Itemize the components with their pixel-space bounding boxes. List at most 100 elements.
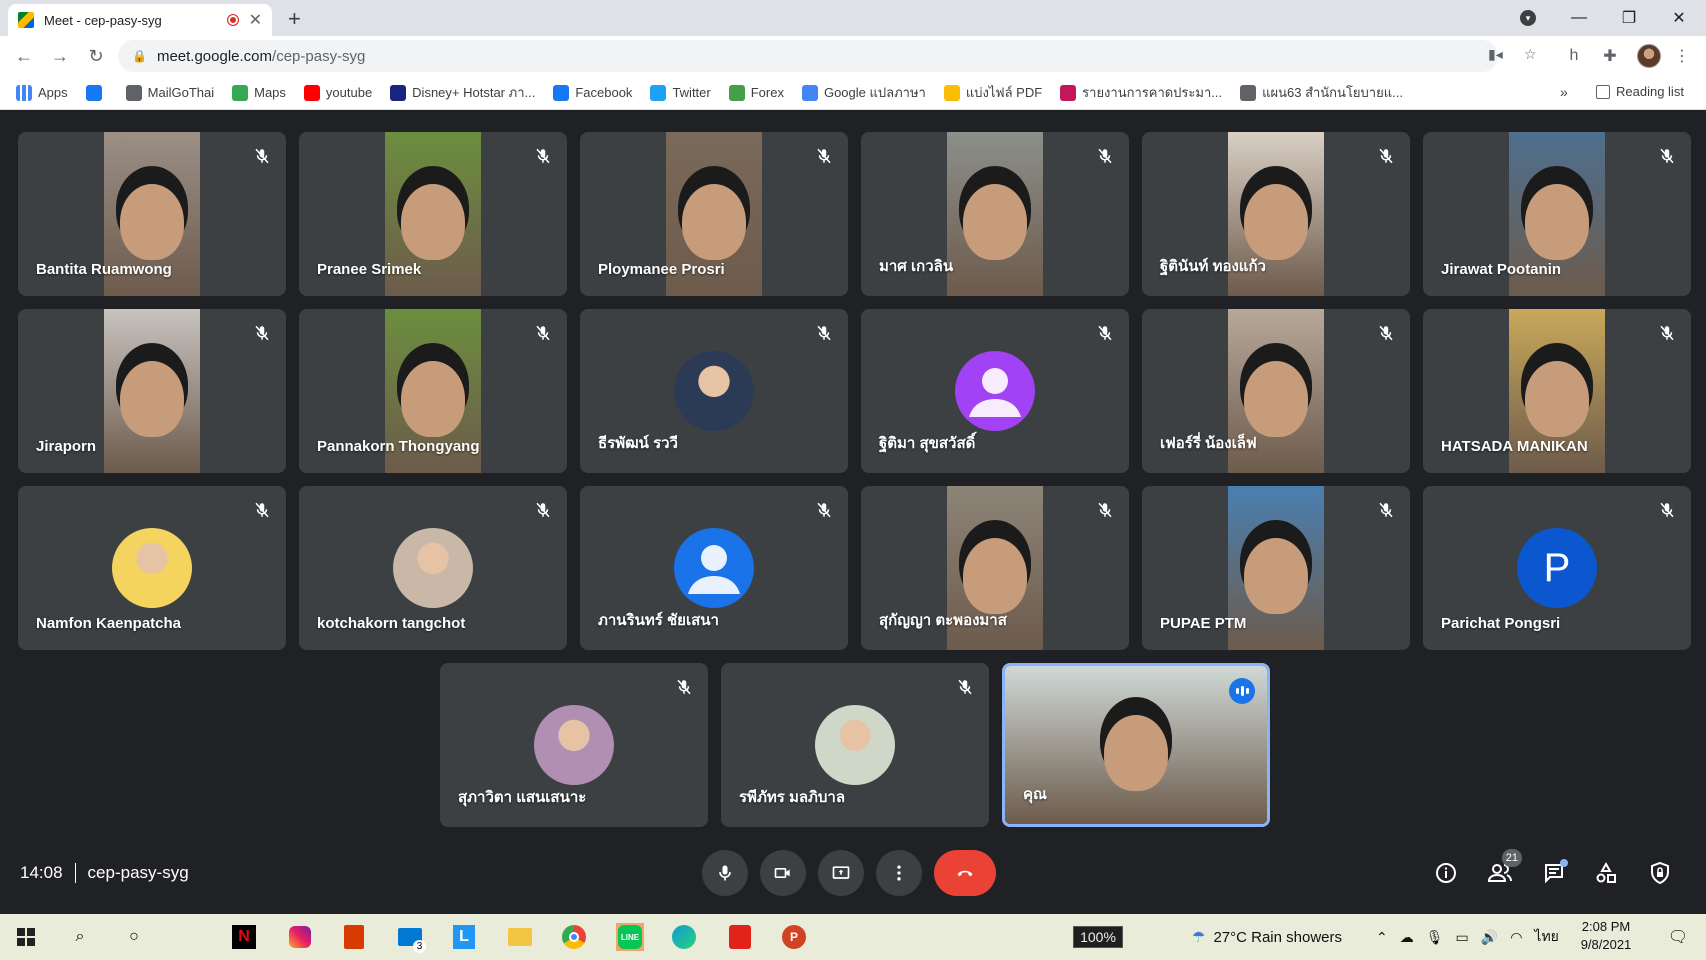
bookmark-item[interactable]: Disney+ Hotstar ภา... bbox=[390, 82, 535, 103]
leave-call-button[interactable] bbox=[934, 850, 996, 896]
participant-avatar bbox=[534, 705, 614, 785]
mic-off-icon bbox=[1655, 144, 1679, 168]
mic-off-icon bbox=[531, 321, 555, 345]
minimize-button[interactable]: — bbox=[1556, 4, 1602, 32]
menu-kebab-icon[interactable]: ⋮ bbox=[1670, 44, 1694, 68]
host-controls-button[interactable] bbox=[1644, 857, 1676, 889]
participant-tile[interactable]: ฐิติมา สุขสวัสดิ์ bbox=[861, 309, 1129, 473]
participant-tile[interactable]: Pannakorn Thongyang bbox=[299, 309, 567, 473]
chat-button[interactable] bbox=[1538, 857, 1570, 889]
bookmark-item[interactable]: Forex bbox=[728, 84, 784, 101]
more-options-button[interactable] bbox=[876, 850, 922, 896]
onedrive-icon[interactable]: ☁ bbox=[1400, 929, 1414, 946]
participant-tile[interactable]: สุกัญญา ตะพองมาส bbox=[861, 486, 1129, 650]
person-silhouette bbox=[1104, 714, 1168, 791]
acrobat-icon[interactable] bbox=[726, 923, 754, 951]
participant-name: ธีรพัฒน์ รววี bbox=[598, 435, 678, 452]
tray-chevron-icon[interactable]: ⌃ bbox=[1376, 929, 1388, 946]
close-tab-icon[interactable]: ✕ bbox=[249, 10, 262, 30]
search-icon[interactable]: ⌕ bbox=[66, 923, 94, 951]
person-silhouette bbox=[1243, 184, 1308, 261]
instagram-icon[interactable] bbox=[286, 923, 314, 951]
bookmark-item[interactable]: Facebook bbox=[553, 84, 632, 101]
forward-icon[interactable]: → bbox=[48, 44, 72, 68]
participant-tile[interactable]: ภานรินทร์ ชัยเสนา bbox=[580, 486, 848, 650]
volume-icon[interactable]: 🔊 bbox=[1481, 929, 1498, 946]
address-bar[interactable]: 🔒 meet.google.com/cep-pasy-syg bbox=[118, 40, 1498, 72]
camera-icon[interactable]: ▮◂ bbox=[1488, 46, 1503, 63]
chrome-icon[interactable] bbox=[560, 923, 588, 951]
reading-list-button[interactable]: Reading list bbox=[1596, 84, 1684, 99]
wifi-icon[interactable]: ◠ bbox=[1510, 929, 1522, 946]
launcher-l-icon[interactable]: L bbox=[450, 923, 478, 951]
participant-tile[interactable]: ธีรพัฒน์ รววี bbox=[580, 309, 848, 473]
tab-search-icon[interactable]: ▾ bbox=[1520, 10, 1536, 26]
bookmark-item[interactable]: Google แปลภาษา bbox=[801, 82, 926, 103]
mail-icon[interactable]: 3 bbox=[396, 923, 426, 953]
bookmark-item[interactable]: แผน63 สำนักนโยบายแ... bbox=[1240, 82, 1403, 103]
participant-tile[interactable]: เฟอร์รี่ น้องเล็ฟ bbox=[1142, 309, 1410, 473]
mic-off-icon bbox=[531, 144, 555, 168]
participant-tile[interactable]: Ploymanee Prosri bbox=[580, 132, 848, 296]
participant-tile[interactable]: สุภาวิตา แสนเสนาะ bbox=[440, 663, 708, 827]
participant-tile[interactable]: Jiraporn bbox=[18, 309, 286, 473]
self-video-tile[interactable]: คุณ bbox=[1002, 663, 1270, 827]
meeting-details-button[interactable] bbox=[1430, 857, 1462, 889]
bookmark-item[interactable]: MailGoThai bbox=[125, 84, 214, 101]
bookmark-label: แบ่งไฟล์ PDF bbox=[965, 85, 1043, 100]
netflix-icon[interactable]: N bbox=[230, 923, 258, 951]
system-clock[interactable]: 2:08 PM 9/8/2021 bbox=[1556, 918, 1656, 954]
new-tab-button[interactable]: + bbox=[288, 6, 301, 32]
powerpoint-icon[interactable]: P bbox=[780, 923, 808, 951]
lock-icon: 🔒 bbox=[132, 49, 147, 63]
participant-tile[interactable]: มาศ เกวลิน bbox=[861, 132, 1129, 296]
activities-button[interactable] bbox=[1590, 857, 1622, 889]
participant-tile[interactable]: Namfon Kaenpatcha bbox=[18, 486, 286, 650]
participant-tile[interactable]: Pranee Srimek bbox=[299, 132, 567, 296]
participant-tile[interactable]: kotchakorn tangchot bbox=[299, 486, 567, 650]
bookmark-item[interactable]: Twitter bbox=[650, 84, 711, 101]
camera-button[interactable] bbox=[760, 850, 806, 896]
office-icon[interactable] bbox=[340, 923, 368, 951]
weather-widget[interactable]: ☂ 27°C Rain showers bbox=[1192, 914, 1342, 960]
extension-h-icon[interactable]: h bbox=[1562, 44, 1586, 68]
bookmark-item[interactable]: รายงานการคาดประมา... bbox=[1060, 82, 1222, 103]
close-window-button[interactable]: ✕ bbox=[1656, 4, 1702, 32]
notifications-icon[interactable]: 🗨 bbox=[1664, 923, 1692, 951]
back-icon[interactable]: ← bbox=[12, 44, 36, 68]
participant-tile[interactable]: ฐิตินันท์ ทองแก้ว bbox=[1142, 132, 1410, 296]
meeting-code: cep-pasy-syg bbox=[87, 863, 189, 882]
edge-icon[interactable] bbox=[670, 923, 698, 951]
participant-tile[interactable]: Bantita Ruamwong bbox=[18, 132, 286, 296]
file-explorer-icon[interactable] bbox=[506, 923, 534, 951]
bookmark-item[interactable]: แบ่งไฟล์ PDF bbox=[943, 82, 1043, 103]
reload-icon[interactable]: ↻ bbox=[84, 44, 108, 68]
clock-time: 2:08 PM bbox=[1581, 919, 1631, 934]
bookmark-item[interactable]: Maps bbox=[232, 84, 286, 101]
task-view-icon[interactable]: ○ bbox=[120, 923, 148, 951]
windows-start-icon[interactable] bbox=[12, 923, 40, 951]
present-screen-button[interactable] bbox=[818, 850, 864, 896]
bookmarks-overflow-icon[interactable]: » bbox=[1560, 84, 1568, 100]
tray-mic-icon[interactable]: 🎙 bbox=[1426, 929, 1444, 946]
participant-tile[interactable]: Jirawat Pootanin bbox=[1423, 132, 1691, 296]
tab-meet[interactable]: Meet - cep-pasy-syg ✕ bbox=[8, 4, 272, 36]
line-app-icon[interactable]: LINE bbox=[616, 923, 644, 951]
bookmark-item[interactable]: Apps bbox=[16, 84, 68, 101]
present-screen-icon bbox=[832, 866, 850, 879]
people-button[interactable]: 21 bbox=[1484, 849, 1522, 889]
participant-tile[interactable]: PUPAE PTM bbox=[1142, 486, 1410, 650]
maximize-button[interactable]: ❐ bbox=[1606, 4, 1652, 32]
participant-tile[interactable]: P Parichat Pongsri bbox=[1423, 486, 1691, 650]
person-silhouette bbox=[1243, 538, 1308, 615]
battery-icon[interactable]: ▭ bbox=[1456, 929, 1469, 946]
bookmark-item[interactable]: youtube bbox=[303, 84, 372, 101]
participant-tile[interactable]: HATSADA MANIKAN bbox=[1423, 309, 1691, 473]
extensions-puzzle-icon[interactable]: ✚ bbox=[1598, 44, 1622, 68]
star-icon[interactable]: ☆ bbox=[1524, 46, 1537, 63]
profile-avatar[interactable] bbox=[1637, 44, 1661, 68]
weather-text: 27°C Rain showers bbox=[1213, 928, 1343, 946]
participant-tile[interactable]: รพีภัทร มลภิบาล bbox=[721, 663, 989, 827]
microphone-button[interactable] bbox=[702, 850, 748, 896]
bookmark-item[interactable] bbox=[85, 84, 108, 101]
